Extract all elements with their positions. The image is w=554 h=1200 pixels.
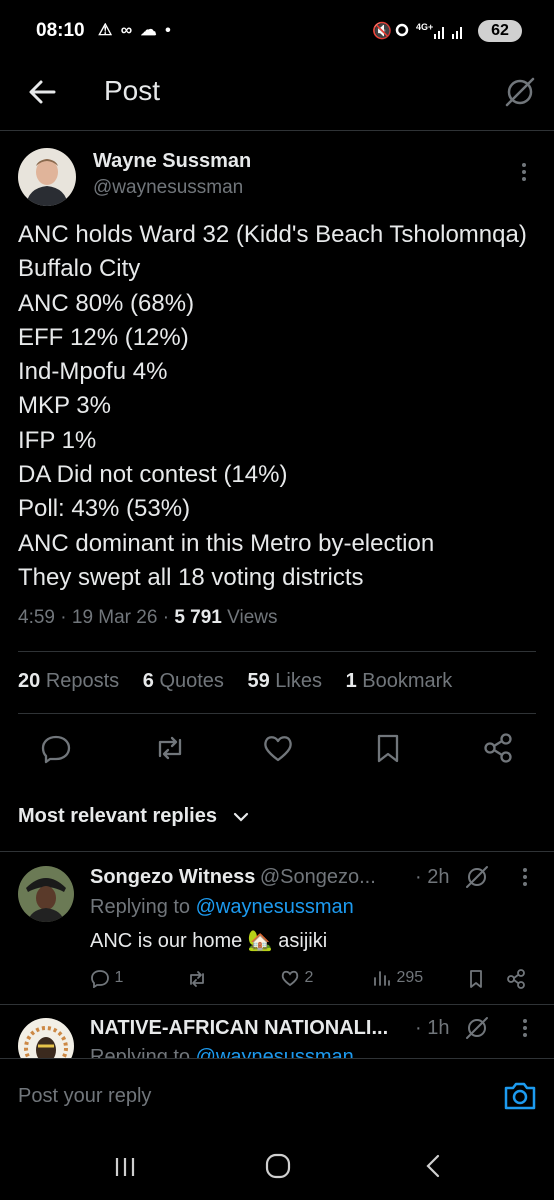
views-label: Views [227, 607, 278, 628]
more-options-icon[interactable] [518, 1017, 532, 1039]
repost-icon[interactable] [186, 968, 208, 990]
page-title: Post [104, 75, 161, 106]
reply-count: 1 [114, 969, 124, 987]
notification-icons: ⚠ ∞ ☁ • [98, 22, 173, 39]
reply-icon[interactable] [38, 730, 74, 766]
signal-icons: 🔇 4G+ [372, 21, 462, 40]
reply-reply-action[interactable]: 1 [90, 968, 124, 989]
bookmark-icon[interactable] [370, 730, 406, 766]
meta-separator: · [60, 607, 67, 628]
reply-time: · 2h [415, 866, 450, 888]
camera-icon[interactable] [502, 1080, 538, 1112]
author-avatar[interactable] [18, 148, 76, 206]
reply-text: ANC is our home 🏡 asijiki [90, 930, 328, 952]
replying-to: Replying to @waynesussman [90, 896, 354, 918]
tweet-time: 4:59 [18, 607, 55, 628]
reply-input[interactable]: Post your reply [18, 1085, 151, 1108]
reply-author-handle[interactable]: @Songezo... [260, 866, 376, 888]
reply-icon [91, 970, 109, 989]
repost-icon[interactable] [152, 730, 188, 766]
bookmarks-stat[interactable]: 1 Bookmark [346, 670, 453, 692]
more-options-icon[interactable] [516, 160, 532, 184]
meta-separator: · [162, 607, 170, 628]
top-bar [0, 62, 554, 131]
like-count: 2 [304, 969, 314, 987]
reply-author-name[interactable]: Songezo Witness [90, 866, 255, 888]
reply-header: Songezo Witness @Songezo... [90, 866, 420, 889]
reply-time: · 1h [415, 1017, 450, 1039]
recent-apps-icon[interactable] [112, 1154, 138, 1180]
reply-author-name[interactable]: NATIVE-AFRICAN NATIONALI... [90, 1017, 388, 1039]
like-icon [281, 970, 299, 987]
reply-like-action[interactable]: 2 [280, 968, 313, 988]
home-icon[interactable] [264, 1152, 292, 1180]
divider [0, 1004, 554, 1005]
tweet-date: 19 Mar 26 [71, 607, 158, 628]
author-name[interactable]: Wayne Sussman [93, 150, 251, 173]
divider [0, 851, 554, 852]
views-count: 295 [396, 969, 424, 987]
quotes-stat[interactable]: 6 Quotes [143, 670, 224, 692]
reply-header: NATIVE-AFRICAN NATIONALI... [90, 1017, 410, 1040]
reposts-stat[interactable]: 20 Reposts [18, 670, 119, 692]
tweet-meta: 4:59 · 19 Mar 26 · 5 791 Views [18, 607, 277, 629]
share-icon[interactable] [505, 968, 527, 990]
back-arrow-icon[interactable] [24, 74, 60, 110]
author-handle[interactable]: @waynesussman [93, 177, 243, 199]
divider [18, 651, 536, 652]
engagement-stats: 20 Reposts 6 Quotes 59 Likes 1 Bookmark [18, 670, 470, 693]
tweet-text: ANC holds Ward 32 (Kidd's Beach Tsholomn… [18, 221, 527, 591]
status-time: 08:10 [36, 20, 85, 41]
views-count: 5 791 [174, 607, 222, 628]
share-icon[interactable] [480, 730, 516, 766]
grok-icon[interactable] [464, 1015, 490, 1041]
replying-to-link[interactable]: @waynesussman [196, 896, 354, 918]
network-label: 4G+ [416, 22, 433, 32]
back-nav-icon[interactable] [420, 1152, 448, 1180]
divider [18, 713, 536, 714]
grok-icon[interactable] [502, 74, 538, 110]
views-icon [374, 971, 390, 986]
battery-indicator: 62 [478, 20, 522, 42]
status-bar: 08:10 ⚠ ∞ ☁ • 🔇 4G+ 62 [0, 0, 554, 62]
likes-stat[interactable]: 59 Likes [247, 670, 322, 692]
reply-avatar[interactable] [18, 866, 74, 922]
more-options-icon[interactable] [518, 866, 532, 888]
chevron-down-icon[interactable] [232, 808, 250, 826]
reply-views-action[interactable]: 295 [372, 968, 423, 988]
bookmark-icon[interactable] [465, 968, 487, 990]
system-nav-bar [0, 1136, 554, 1200]
grok-icon[interactable] [464, 864, 490, 890]
like-icon[interactable] [260, 730, 296, 766]
svg-text:🔇: 🔇 [372, 21, 392, 40]
replies-sort-label[interactable]: Most relevant replies [18, 805, 217, 828]
